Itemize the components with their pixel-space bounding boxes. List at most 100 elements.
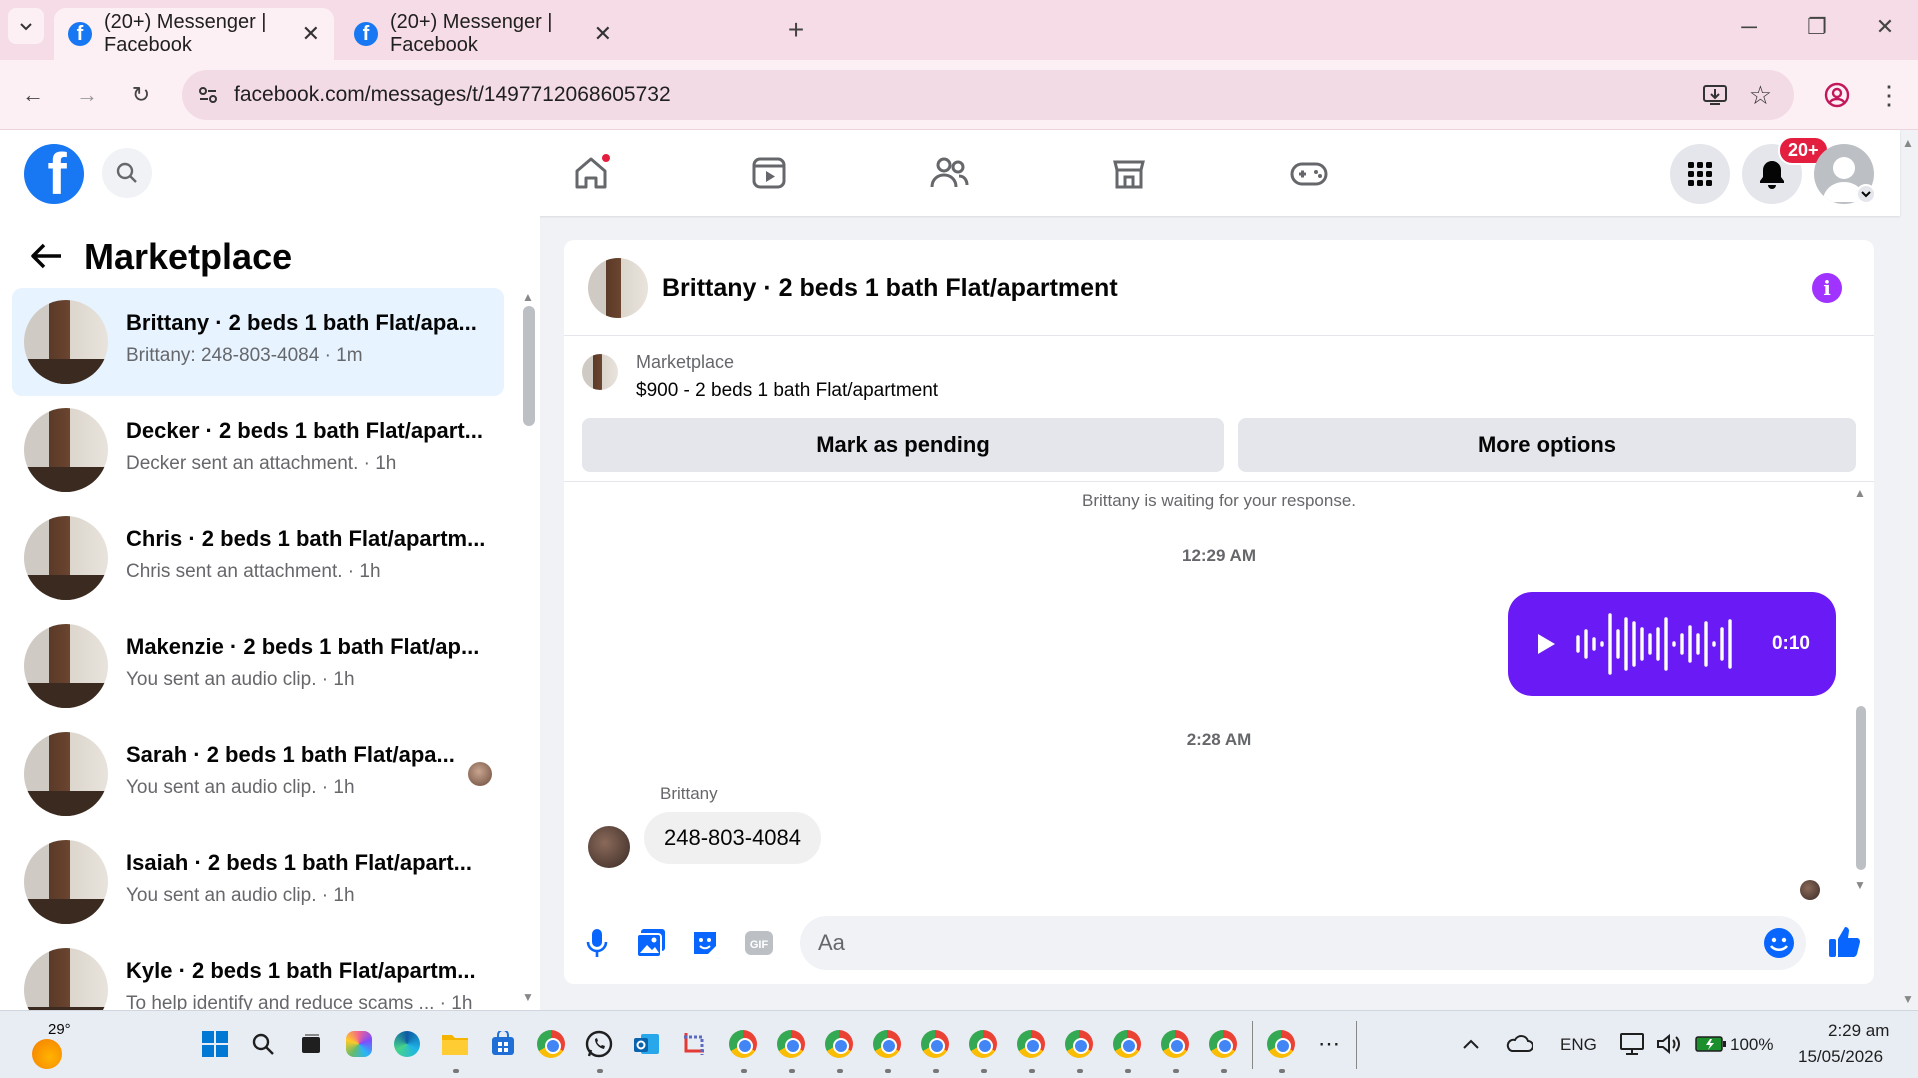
copilot-icon[interactable]	[344, 1029, 374, 1059]
gif-icon[interactable]: GIF	[742, 926, 776, 960]
page-scroll-up-arrow[interactable]: ▲	[1902, 136, 1914, 150]
conversation-item[interactable]: Decker · 2 beds 1 bath Flat/apart... Dec…	[12, 396, 504, 504]
back-button[interactable]: ←	[16, 78, 50, 112]
listing-price-title[interactable]: $900 - 2 beds 1 bath Flat/apartment	[636, 380, 938, 402]
conversation-item[interactable]: Kyle · 2 beds 1 bath Flat/apartm... To h…	[12, 936, 504, 1010]
audio-message-bubble[interactable]: 0:10	[1508, 592, 1836, 696]
conversation-item[interactable]: Makenzie · 2 beds 1 bath Flat/ap... You …	[12, 612, 504, 720]
address-bar[interactable]: facebook.com/messages/t/1497712068605732…	[182, 70, 1794, 120]
network-icon[interactable]	[1618, 1029, 1648, 1059]
reload-button[interactable]: ↻	[124, 78, 158, 112]
chrome-taskbar-icon[interactable]	[968, 1029, 998, 1059]
conversation-item[interactable]: Sarah · 2 beds 1 bath Flat/apa... You se…	[12, 720, 504, 828]
onedrive-cloud-icon[interactable]	[1504, 1029, 1534, 1059]
show-hidden-icons-chevron[interactable]	[1456, 1029, 1486, 1059]
chrome-taskbar-icon[interactable]	[1064, 1029, 1094, 1059]
chrome-taskbar-icon[interactable]	[872, 1029, 902, 1059]
home-notification-dot	[600, 152, 612, 164]
chat-title[interactable]: Brittany · 2 beds 1 bath Flat/apartment	[662, 274, 1118, 303]
browser-menu-icon[interactable]: ⋮	[1872, 78, 1906, 112]
nav-home-icon[interactable]	[566, 148, 616, 198]
nav-marketplace-icon[interactable]	[1104, 148, 1154, 198]
chrome-taskbar-icon[interactable]	[536, 1029, 566, 1059]
taskbar-search-icon[interactable]	[248, 1029, 278, 1059]
message-input[interactable]: Aa	[800, 916, 1806, 970]
nav-gaming-icon[interactable]	[1284, 148, 1334, 198]
tab-messenger-2[interactable]: f (20+) Messenger | Facebook ✕	[340, 8, 626, 60]
chrome-taskbar-icon[interactable]	[728, 1029, 758, 1059]
chrome-taskbar-icon[interactable]	[1016, 1029, 1046, 1059]
listing-thumbnail[interactable]	[582, 354, 618, 390]
new-tab-button[interactable]: +	[780, 12, 812, 48]
tab-messenger-active[interactable]: f (20+) Messenger | Facebook ✕	[54, 8, 334, 60]
battery-icon[interactable]	[1694, 1029, 1728, 1059]
facebook-logo-icon[interactable]: f	[24, 144, 84, 204]
tab-title: (20+) Messenger | Facebook	[390, 11, 553, 56]
chrome-taskbar-icon[interactable]	[776, 1029, 806, 1059]
thread-scrollbar[interactable]	[1856, 706, 1866, 870]
microphone-icon[interactable]	[580, 926, 614, 960]
chrome-taskbar-icon[interactable]	[824, 1029, 854, 1059]
site-info-icon[interactable]	[196, 83, 220, 113]
restore-button[interactable]: ❐	[1800, 10, 1834, 44]
clock-date[interactable]: 15/05/2026	[1798, 1047, 1883, 1067]
thumbs-up-icon[interactable]	[1824, 922, 1864, 962]
language-indicator[interactable]: ENG	[1560, 1035, 1597, 1055]
sidebar-scrollbar[interactable]	[523, 306, 535, 426]
bookmark-star-icon[interactable]: ☆	[1749, 80, 1772, 111]
outlook-icon[interactable]	[632, 1029, 662, 1059]
edge-icon[interactable]	[392, 1029, 422, 1059]
close-tab-icon[interactable]: ✕	[594, 21, 612, 47]
more-options-button[interactable]: More options	[1238, 418, 1856, 472]
nav-friends-icon[interactable]	[924, 148, 974, 198]
file-explorer-icon[interactable]	[440, 1029, 470, 1059]
task-view-icon[interactable]	[296, 1029, 326, 1059]
windows-start-icon[interactable]	[200, 1029, 230, 1059]
minimize-button[interactable]: ─	[1732, 10, 1766, 44]
store-icon[interactable]	[488, 1029, 518, 1059]
photo-icon[interactable]	[634, 926, 668, 960]
mark-as-pending-button[interactable]: Mark as pending	[582, 418, 1224, 472]
tab-search-button[interactable]	[8, 8, 44, 44]
install-app-icon[interactable]	[1702, 82, 1728, 114]
thread-scroll-down-arrow[interactable]: ▼	[1854, 878, 1866, 892]
account-chevron-icon[interactable]	[1856, 184, 1876, 204]
play-icon[interactable]	[1536, 632, 1560, 656]
chrome-taskbar-icon[interactable]	[1208, 1029, 1238, 1059]
sidebar-scroll-down-arrow[interactable]: ▼	[522, 990, 534, 1004]
sender-avatar[interactable]	[588, 826, 630, 868]
more-apps-icon[interactable]: ⋯	[1314, 1029, 1344, 1059]
forward-button[interactable]: →	[70, 78, 104, 112]
sidebar-scroll-up-arrow[interactable]: ▲	[522, 290, 534, 304]
snipping-tool-icon[interactable]	[680, 1029, 710, 1059]
close-window-button[interactable]: ✕	[1868, 10, 1902, 44]
chrome-taskbar-icon[interactable]	[1160, 1029, 1190, 1059]
incoming-message-bubble[interactable]: 248-803-4084	[644, 812, 822, 864]
conversation-item[interactable]: Chris · 2 beds 1 bath Flat/apartm... Chr…	[12, 504, 504, 612]
page-scroll-down-arrow[interactable]: ▼	[1902, 992, 1914, 1006]
conversation-item[interactable]: Brittany · 2 beds 1 bath Flat/apa... Bri…	[12, 288, 504, 396]
menu-grid-button[interactable]	[1670, 144, 1730, 204]
conversation-name: Kyle · 2 beds 1 bath Flat/apartm...	[126, 958, 476, 983]
volume-icon[interactable]	[1654, 1029, 1684, 1059]
conversation-name: Chris · 2 beds 1 bath Flat/apartm...	[126, 526, 486, 551]
search-button[interactable]	[102, 148, 152, 198]
notifications-button[interactable]: 20+	[1742, 136, 1829, 204]
whatsapp-icon[interactable]	[584, 1029, 614, 1059]
chrome-taskbar-icon[interactable]	[1266, 1029, 1296, 1059]
back-arrow-icon[interactable]	[30, 242, 64, 275]
conversation-preview: You sent an audio clip. · 1h	[126, 885, 355, 906]
close-tab-icon[interactable]: ✕	[302, 21, 320, 47]
conversation-name: Sarah · 2 beds 1 bath Flat/apa...	[126, 742, 455, 767]
chat-avatar[interactable]	[588, 258, 648, 318]
conversation-item[interactable]: Isaiah · 2 beds 1 bath Flat/apart... You…	[12, 828, 504, 936]
clock-time[interactable]: 2:29 am	[1828, 1021, 1889, 1041]
emoji-icon[interactable]	[1762, 926, 1796, 966]
sticker-icon[interactable]	[688, 926, 722, 960]
profile-icon[interactable]	[1820, 78, 1854, 112]
chrome-taskbar-icon[interactable]	[920, 1029, 950, 1059]
nav-video-icon[interactable]	[744, 148, 794, 198]
info-icon[interactable]: i	[1812, 273, 1842, 303]
weather-widget[interactable]: 29°	[30, 1021, 73, 1069]
chrome-taskbar-icon[interactable]	[1112, 1029, 1142, 1059]
